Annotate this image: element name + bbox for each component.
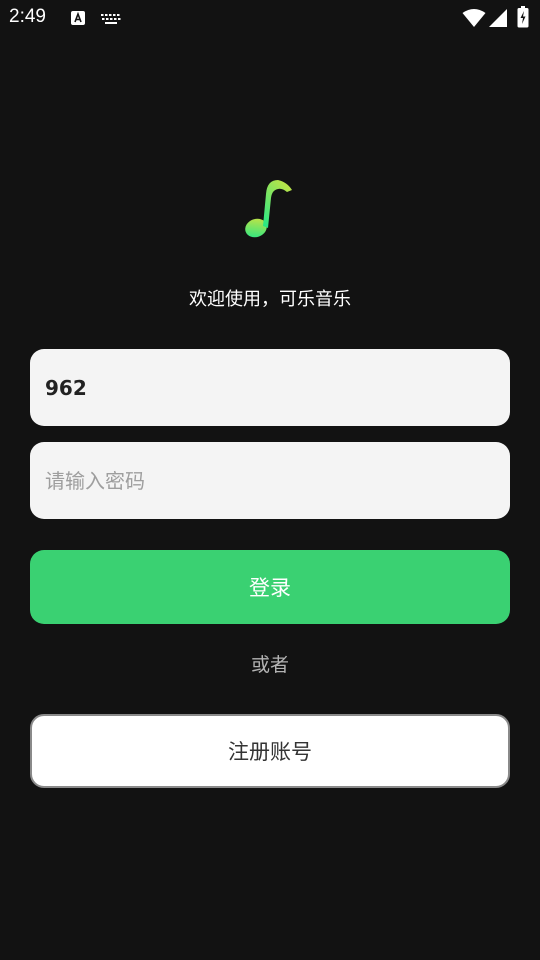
welcome-text: 欢迎使用，可乐音乐 <box>189 289 351 310</box>
wifi-icon <box>462 9 486 27</box>
music-note-icon <box>245 180 292 238</box>
accessibility-a-icon <box>71 11 85 25</box>
cell-signal-icon <box>489 9 507 27</box>
username-input[interactable] <box>45 375 495 400</box>
password-field[interactable] <box>30 442 510 519</box>
status-bar: 2:49 <box>0 0 540 36</box>
login-button[interactable]: 登录 <box>30 550 510 624</box>
battery-charging-icon <box>517 6 529 28</box>
username-field[interactable] <box>30 349 510 426</box>
keyboard-icon <box>101 14 121 24</box>
or-divider-text: 或者 <box>250 654 289 676</box>
login-screen: 2:49 欢迎使用，可乐音乐 962 登录 或者 注册账号 <box>0 0 540 960</box>
register-button[interactable]: 注册账号 <box>30 714 510 788</box>
status-time: 2:49 <box>9 6 46 27</box>
password-input[interactable] <box>45 468 495 493</box>
